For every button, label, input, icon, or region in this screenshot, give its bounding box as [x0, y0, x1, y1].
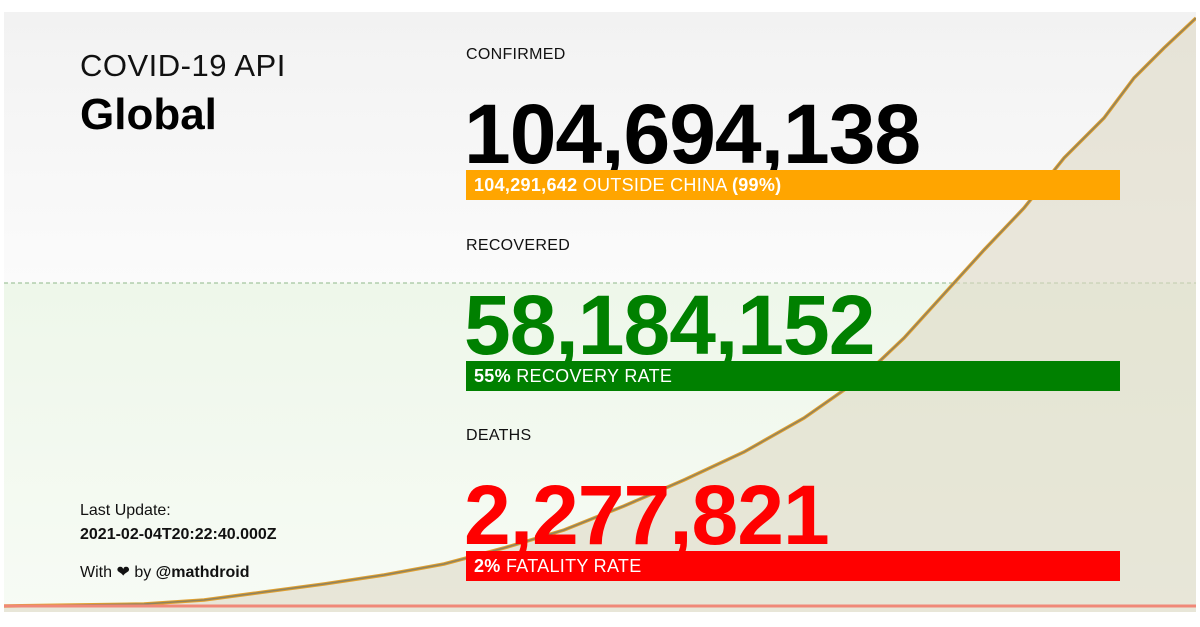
credit-by: by	[134, 564, 152, 581]
outside-china-text: OUTSIDE CHINA	[582, 175, 727, 195]
recovery-rate-text: RECOVERY RATE	[516, 366, 673, 386]
credit-line: With ❤ by @mathdroid	[80, 562, 250, 582]
confirmed-label: CONFIRMED	[466, 46, 566, 63]
region-title: Global	[80, 90, 217, 139]
deaths-value: 2,277,821	[464, 468, 830, 562]
recovery-rate-bar: 55% RECOVERY RATE	[466, 361, 1120, 391]
confirmed-value: 104,694,138	[464, 87, 921, 181]
outside-china-percent: (99%)	[731, 175, 782, 195]
heart-icon: ❤	[116, 564, 130, 581]
api-title: COVID-19 API	[80, 48, 286, 83]
last-update-label: Last Update:	[80, 502, 171, 519]
credit-with: With	[80, 564, 112, 581]
deaths-label: DEATHS	[466, 427, 532, 444]
recovery-rate-value: 55%	[474, 366, 511, 386]
author-handle-link[interactable]: @mathdroid	[156, 564, 250, 581]
fatality-rate-text: FATALITY RATE	[505, 556, 642, 576]
fatality-rate-value: 2%	[474, 556, 501, 576]
recovered-value: 58,184,152	[464, 278, 875, 372]
last-update-value: 2021-02-04T20:22:40.000Z	[80, 526, 277, 543]
fatality-rate-bar: 2% FATALITY RATE	[466, 551, 1120, 581]
outside-china-bar: 104,291,642 OUTSIDE CHINA (99%)	[466, 170, 1120, 200]
recovered-label: RECOVERED	[466, 237, 571, 254]
outside-china-value: 104,291,642	[474, 175, 578, 195]
stats-card: COVID-19 API Global CONFIRMED 104,694,13…	[4, 12, 1196, 612]
